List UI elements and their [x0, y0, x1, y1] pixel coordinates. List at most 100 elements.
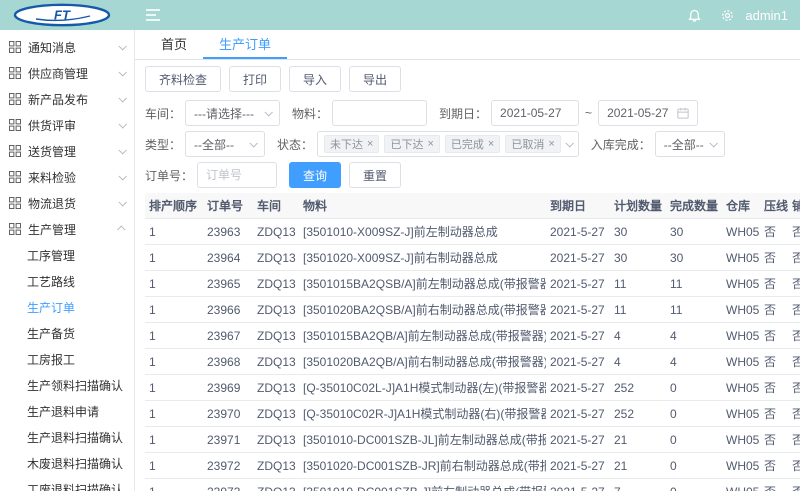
status-tag: 已完成×: [445, 135, 500, 153]
sidebar-item[interactable]: 生产退料申请: [0, 398, 134, 424]
sidebar-item[interactable]: 生产订单: [0, 294, 134, 320]
sidebar-item-label: 物流退货: [28, 195, 119, 212]
table-row[interactable]: 123973ZDQ13[3501010-DC001SZB-J]前左制动器总成(带…: [145, 479, 800, 491]
filter-row-3: 订单号： 查询 重置: [145, 162, 800, 188]
type-select[interactable]: --全部--: [185, 131, 265, 157]
table-cell: 否: [760, 427, 788, 453]
table-row[interactable]: 123965ZDQ13[3501015BA2QSB/A]前左制动器总成(带报警器…: [145, 271, 800, 297]
sidebar-item[interactable]: 物流退货: [0, 190, 134, 216]
sidebar-item[interactable]: 工序管理: [0, 242, 134, 268]
table-cell: 否: [760, 219, 788, 245]
bell-icon[interactable]: [687, 8, 702, 23]
content: 齐料检查打印导入导出 车间： ---请选择--- 物料： 到期日： 2021-0…: [135, 60, 800, 491]
sidebar-item[interactable]: 工废退料扫描确认: [0, 476, 134, 491]
tag-close-icon[interactable]: ×: [427, 139, 433, 150]
status-tag: 未下达×: [324, 135, 379, 153]
sidebar-item-label: 木废退料扫描确认: [27, 455, 125, 472]
sidebar-item[interactable]: 通知消息: [0, 34, 134, 60]
tag-close-icon[interactable]: ×: [367, 139, 373, 150]
tab-production-orders[interactable]: 生产订单: [203, 30, 287, 59]
tag-close-icon[interactable]: ×: [488, 139, 494, 150]
username[interactable]: admin1: [745, 8, 788, 23]
toolbar-button[interactable]: 导入: [289, 66, 341, 92]
sidebar-item[interactable]: 生产退料扫描确认: [0, 424, 134, 450]
sidebar-item-label: 来料检验: [28, 169, 119, 186]
table-row[interactable]: 123964ZDQ13[3501020-X009SZ-J]前右制动器总成2021…: [145, 245, 800, 271]
table-row[interactable]: 123972ZDQ13[3501020-DC001SZB-JR]前右制动器总成(…: [145, 453, 800, 479]
chevron-down-icon: [118, 172, 126, 180]
table-cell: [3501015BA2QSB/A]前左制动器总成(带报警器): [299, 271, 546, 297]
tag-close-icon[interactable]: ×: [548, 139, 554, 150]
material-input[interactable]: [332, 100, 427, 126]
table-cell: WH05: [722, 375, 760, 401]
table-cell: WH05: [722, 349, 760, 375]
sidebar-item[interactable]: 生产管理: [0, 216, 134, 242]
due-from-date-input[interactable]: 2021-05-27: [491, 100, 579, 126]
sidebar-item[interactable]: 生产备货: [0, 320, 134, 346]
tab-home[interactable]: 首页: [145, 30, 203, 59]
table-cell: WH05: [722, 297, 760, 323]
grid-icon: [9, 171, 21, 183]
table-row[interactable]: 123963ZDQ13[3501010-X009SZ-J]前左制动器总成2021…: [145, 219, 800, 245]
sidebar-item-label: 生产订单: [27, 299, 125, 316]
sidebar-item-label: 供货评审: [28, 117, 119, 134]
table-cell: ZDQ13: [253, 349, 299, 375]
workshop-select[interactable]: ---请选择---: [185, 100, 280, 126]
date-range-separator: ~: [585, 106, 592, 120]
table-cell: 2021-5-27: [546, 453, 610, 479]
gear-icon[interactable]: [720, 8, 735, 23]
table-cell: WH05: [722, 219, 760, 245]
sidebar-item[interactable]: 工房报工: [0, 346, 134, 372]
chevron-down-icon: [264, 108, 272, 116]
sidebar-item-label: 生产备货: [27, 325, 125, 342]
stockin-complete-select[interactable]: --全部--: [655, 131, 725, 157]
table-cell: [3501020-DC001SZB-JR]前右制动器总成(带报警器)(老气室): [299, 453, 546, 479]
sidebar-item[interactable]: 供货评审: [0, 112, 134, 138]
menu-collapse-icon[interactable]: [145, 8, 161, 22]
table-cell: 否: [788, 323, 800, 349]
table-row[interactable]: 123967ZDQ13[3501015BA2QB/A]前左制动器总成(带报警器)…: [145, 323, 800, 349]
table-cell: 0: [666, 401, 722, 427]
table-cell: 21: [610, 453, 666, 479]
status-tag: 已取消×: [505, 135, 560, 153]
chevron-down-icon: [565, 139, 573, 147]
table-row[interactable]: 123970ZDQ13[Q-35010C02R-J]A1H模式制动器(右)(带报…: [145, 401, 800, 427]
query-button[interactable]: 查询: [289, 162, 341, 188]
due-to-value: 2021-05-27: [607, 106, 668, 120]
sidebar-item[interactable]: 生产领料扫描确认: [0, 372, 134, 398]
grid-icon: [9, 67, 21, 79]
table-row[interactable]: 123968ZDQ13[3501020BA2QB/A]前右制动器总成(带报警器)…: [145, 349, 800, 375]
due-from-value: 2021-05-27: [500, 106, 561, 120]
table-cell: [3501020BA2QB/A]前右制动器总成(带报警器): [299, 349, 546, 375]
order-no-input[interactable]: [197, 162, 277, 188]
sidebar-item[interactable]: 来料检验: [0, 164, 134, 190]
chevron-down-icon: [118, 120, 126, 128]
due-to-date-input[interactable]: 2021-05-27: [598, 100, 698, 126]
sidebar-item[interactable]: 新产品发布: [0, 86, 134, 112]
table-cell: ZDQ13: [253, 453, 299, 479]
sidebar-item[interactable]: 木废退料扫描确认: [0, 450, 134, 476]
table-cell: 否: [760, 349, 788, 375]
table-row[interactable]: 123969ZDQ13[Q-35010C02L-J]A1H模式制动器(左)(带报…: [145, 375, 800, 401]
sidebar-item[interactable]: 供应商管理: [0, 60, 134, 86]
table-cell: [3501010-X009SZ-J]前左制动器总成: [299, 219, 546, 245]
table-cell: 23970: [203, 401, 253, 427]
table-cell: WH05: [722, 323, 760, 349]
toolbar-button[interactable]: 齐料检查: [145, 66, 221, 92]
table-row[interactable]: 123966ZDQ13[3501020BA2QSB/A]前右制动器总成(带报警器…: [145, 297, 800, 323]
status-multiselect[interactable]: 未下达×已下达×已完成×已取消×: [317, 131, 579, 157]
reset-button[interactable]: 重置: [349, 162, 401, 188]
table-row[interactable]: 123971ZDQ13[3501010-DC001SZB-JL]前左制动器总成(…: [145, 427, 800, 453]
sidebar-item-label: 生产领料扫描确认: [27, 377, 125, 394]
grid-icon: [9, 119, 21, 131]
sidebar-item[interactable]: 送货管理: [0, 138, 134, 164]
toolbar-button[interactable]: 导出: [349, 66, 401, 92]
table-cell: 23964: [203, 245, 253, 271]
table-cell: WH05: [722, 453, 760, 479]
toolbar-button[interactable]: 打印: [229, 66, 281, 92]
table-cell: 1: [145, 349, 203, 375]
stockin-complete-label: 入库完成：: [591, 136, 651, 153]
sidebar-item-label: 通知消息: [28, 39, 119, 56]
sidebar-item[interactable]: 工艺路线: [0, 268, 134, 294]
table-cell: 否: [760, 245, 788, 271]
